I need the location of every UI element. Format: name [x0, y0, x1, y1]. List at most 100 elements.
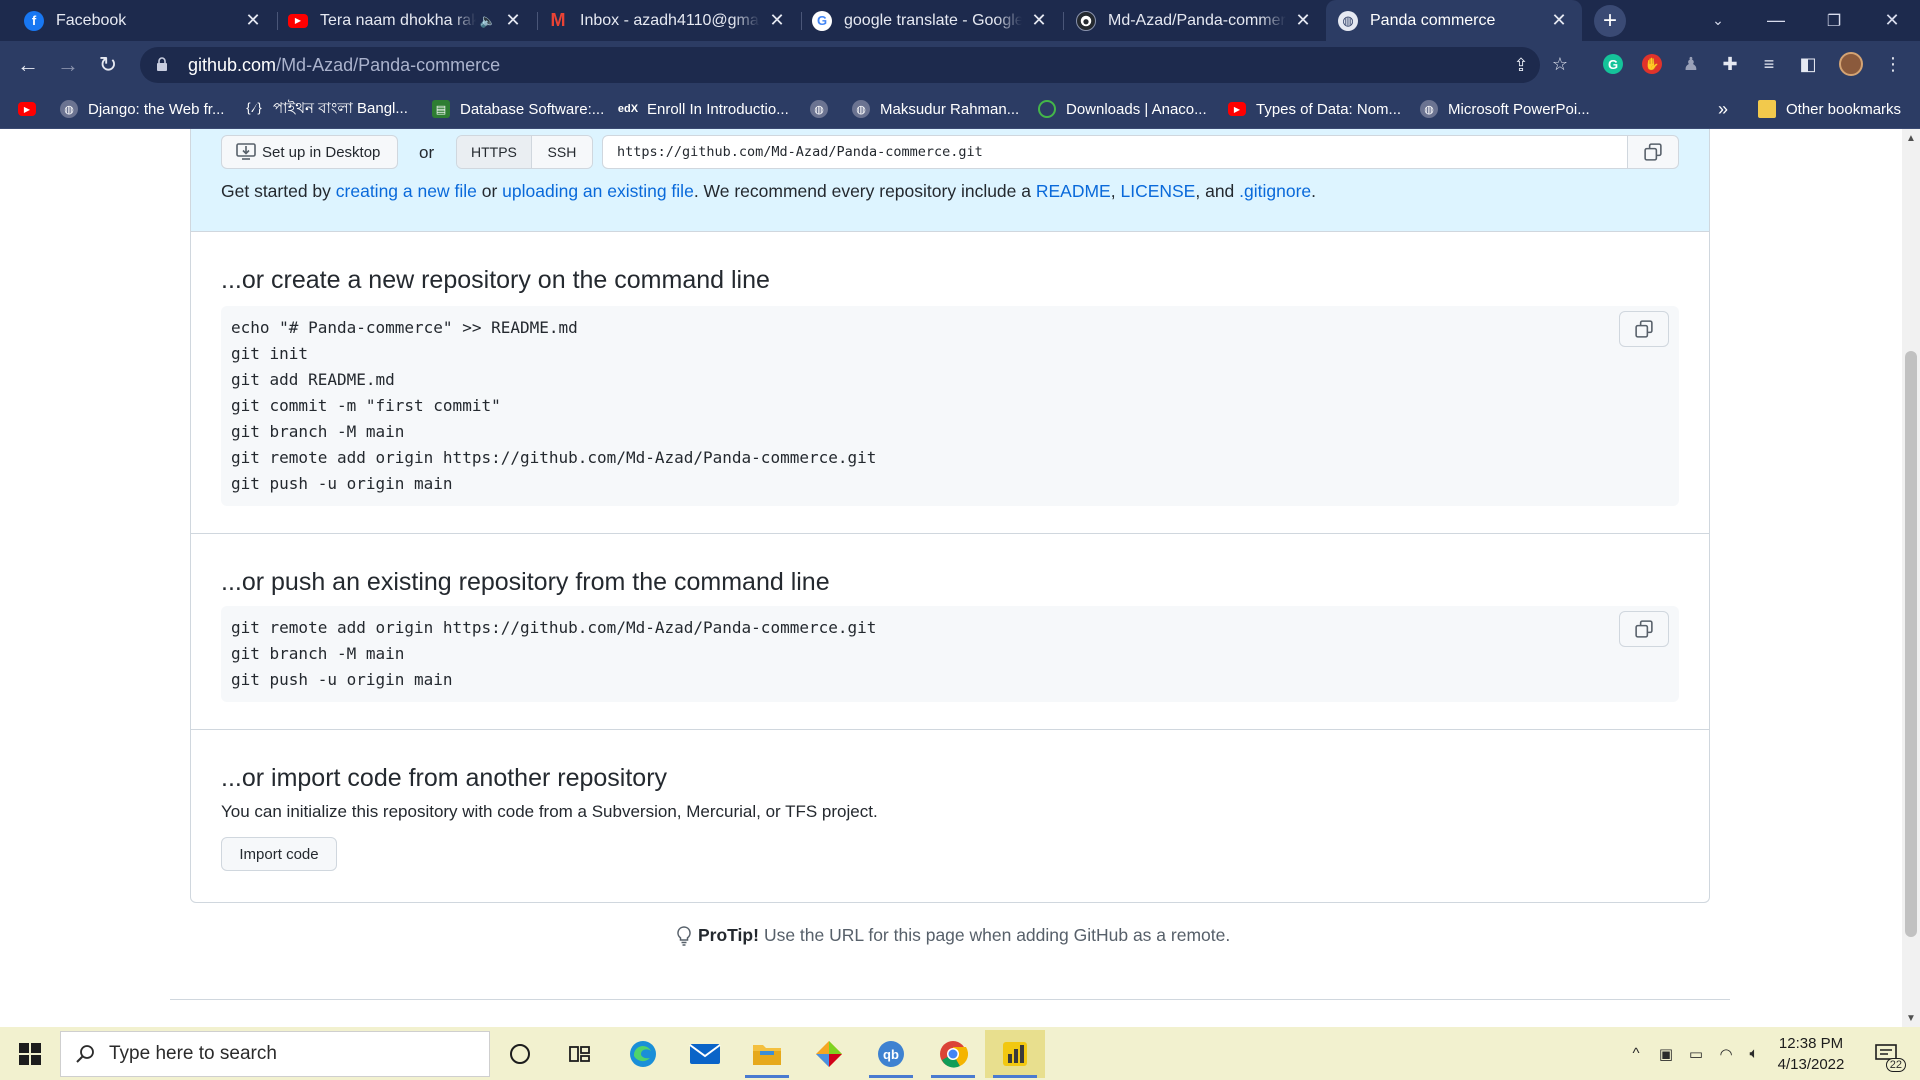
speaker-icon[interactable]: 🔈	[480, 13, 496, 29]
creating-new-file-link[interactable]: creating a new file	[336, 181, 477, 201]
uploading-existing-file-link[interactable]: uploading an existing file	[502, 181, 694, 201]
taskbar-chrome[interactable]	[923, 1030, 983, 1078]
protip-label: ProTip!	[698, 925, 759, 945]
bookmark-python-bangla[interactable]: {৴} পাইথন বাংলা Bangl...	[245, 89, 408, 129]
clone-url-input[interactable]: https://github.com/Md-Azad/Panda-commerc…	[602, 135, 1638, 169]
close-icon[interactable]: ✕	[242, 10, 264, 32]
bookmarks-overflow-button[interactable]: »	[1718, 89, 1728, 129]
youtube-icon: ▶	[18, 102, 36, 116]
start-button[interactable]	[0, 1027, 60, 1080]
address-bar[interactable]: github.com/Md-Azad/Panda-commerce	[140, 47, 1540, 83]
scroll-thumb[interactable]	[1905, 351, 1917, 937]
tab-panda-commerce[interactable]: ◍ Panda commerce ✕	[1326, 0, 1582, 41]
scroll-up-icon[interactable]: ▲	[1902, 129, 1920, 147]
taskbar-edge[interactable]	[613, 1030, 673, 1078]
avatar[interactable]	[1838, 51, 1864, 77]
bookmark-globe[interactable]: ◍	[810, 89, 838, 129]
copy-push-commands-button[interactable]	[1619, 611, 1669, 647]
restore-icon[interactable]: ❐	[1806, 0, 1862, 41]
page-scrollbar[interactable]: ▲ ▼	[1902, 129, 1920, 1027]
tab-google-translate[interactable]: G google translate - Google S ✕	[802, 0, 1062, 41]
side-panel-icon[interactable]: ◧	[1795, 51, 1821, 77]
wifi-icon[interactable]: ◠	[1712, 1027, 1740, 1080]
code-line: git branch -M main	[231, 644, 405, 663]
bookmark-powerpoint[interactable]: ◍ Microsoft PowerPoi...	[1420, 89, 1590, 129]
extension-gray-icon[interactable]: ♟	[1678, 51, 1704, 77]
readme-link[interactable]: README	[1036, 181, 1111, 201]
close-icon[interactable]: ✕	[1292, 10, 1314, 32]
tab-github-repo[interactable]: Md-Azad/Panda-commerce ✕	[1064, 0, 1326, 41]
code-line: git branch -M main	[231, 422, 405, 441]
taskbar-mail[interactable]	[675, 1030, 735, 1078]
meet-now-icon[interactable]: ▣	[1652, 1027, 1680, 1080]
bookmark-database-software[interactable]: ▤ Database Software:...	[432, 89, 604, 129]
volume-icon[interactable]: 🔈︎	[1740, 1027, 1768, 1080]
gmail-icon: M	[550, 10, 566, 30]
tab-youtube[interactable]: ▶ Tera naam dhokha rakh 🔈 ✕	[278, 0, 536, 41]
grammarly-icon[interactable]: G	[1600, 51, 1626, 77]
reload-icon[interactable]: ↻	[92, 49, 124, 81]
tab-label: Md-Azad/Panda-commerce	[1108, 11, 1286, 29]
bookmark-youtube[interactable]: ▶	[18, 89, 46, 129]
set-up-in-desktop-button[interactable]: Set up in Desktop	[221, 135, 398, 169]
menu-kebab-icon[interactable]: ⋮	[1880, 51, 1906, 77]
forward-icon[interactable]: →	[52, 49, 84, 81]
power-bi-icon	[1003, 1042, 1027, 1066]
license-link[interactable]: LICENSE	[1120, 181, 1195, 201]
media-control-icon[interactable]: ≡	[1756, 51, 1782, 77]
new-tab-button[interactable]: +	[1594, 5, 1626, 37]
close-icon[interactable]: ✕	[502, 10, 524, 32]
back-icon[interactable]: ←	[12, 49, 44, 81]
scroll-down-icon[interactable]: ▼	[1902, 1009, 1920, 1027]
taskbar-search-input[interactable]: Type here to search	[60, 1031, 490, 1077]
tab-search-icon[interactable]: ⌄	[1690, 0, 1746, 41]
window-close-icon[interactable]: ✕	[1864, 0, 1920, 41]
code-line: git remote add origin https://github.com…	[231, 618, 877, 637]
taskbar-git-app[interactable]	[799, 1030, 859, 1078]
close-icon[interactable]: ✕	[766, 10, 788, 32]
cortana-button[interactable]	[490, 1030, 550, 1078]
bookmark-edx[interactable]: edX Enroll In Introductio...	[618, 89, 789, 129]
https-button[interactable]: HTTPS	[457, 136, 532, 168]
bookmark-anaconda[interactable]: Downloads | Anaco...	[1038, 89, 1207, 129]
code-icon: {৴}	[246, 99, 262, 115]
tab-facebook[interactable]: f Facebook ✕	[0, 0, 276, 41]
taskbar-clock[interactable]: 12:38 PM 4/13/2022	[1766, 1033, 1856, 1075]
minimize-icon[interactable]: —	[1748, 0, 1804, 41]
tab-gmail[interactable]: M Inbox - azadh4110@gmail.c ✕	[538, 0, 800, 41]
bookmark-types-of-data[interactable]: ▶ Types of Data: Nom...	[1228, 89, 1401, 129]
taskbar-file-explorer[interactable]	[737, 1030, 797, 1078]
share-icon[interactable]: ⇪	[1507, 51, 1535, 79]
notification-count: 22	[1885, 1058, 1906, 1072]
google-icon: G	[812, 10, 832, 31]
close-icon[interactable]: ✕	[1028, 10, 1050, 32]
gitignore-link[interactable]: .gitignore	[1239, 181, 1311, 201]
copy-create-commands-button[interactable]	[1619, 311, 1669, 347]
code-line: git push -u origin main	[231, 474, 453, 493]
code-line: git remote add origin https://github.com…	[231, 448, 877, 467]
database-icon: ▤	[432, 100, 450, 118]
notifications-button[interactable]: 22	[1866, 1027, 1908, 1080]
other-bookmarks[interactable]: Other bookmarks	[1758, 89, 1901, 129]
extension-red-icon[interactable]: ✋	[1639, 51, 1665, 77]
tab-strip: f Facebook ✕ ▶ Tera naam dhokha rakh 🔈 ✕…	[0, 0, 1920, 41]
show-hidden-icons[interactable]: ^	[1622, 1027, 1650, 1080]
star-icon[interactable]: ☆	[1546, 50, 1574, 78]
anaconda-icon	[1038, 100, 1056, 118]
extensions-puzzle-icon[interactable]: ✚	[1717, 51, 1743, 77]
task-view-button[interactable]	[550, 1030, 610, 1078]
taskbar-qbittorrent[interactable]: qb	[861, 1030, 921, 1078]
youtube-icon: ▶	[288, 13, 308, 28]
close-icon[interactable]: ✕	[1548, 10, 1570, 32]
ssh-button[interactable]: SSH	[531, 136, 592, 168]
taskbar-power-bi[interactable]	[985, 1030, 1045, 1078]
code-line: git add README.md	[231, 370, 395, 389]
import-description: You can initialize this repository with …	[221, 802, 878, 821]
import-code-button[interactable]: Import code	[221, 837, 337, 871]
bookmark-django[interactable]: ◍ Django: the Web fr...	[60, 89, 224, 129]
windows-logo-icon	[19, 1042, 41, 1065]
desktop-download-icon	[236, 143, 256, 160]
battery-icon[interactable]: ▭	[1682, 1027, 1710, 1080]
bookmark-maksudur[interactable]: ◍ Maksudur Rahman...	[852, 89, 1019, 129]
copy-clone-url-button[interactable]	[1627, 135, 1679, 169]
